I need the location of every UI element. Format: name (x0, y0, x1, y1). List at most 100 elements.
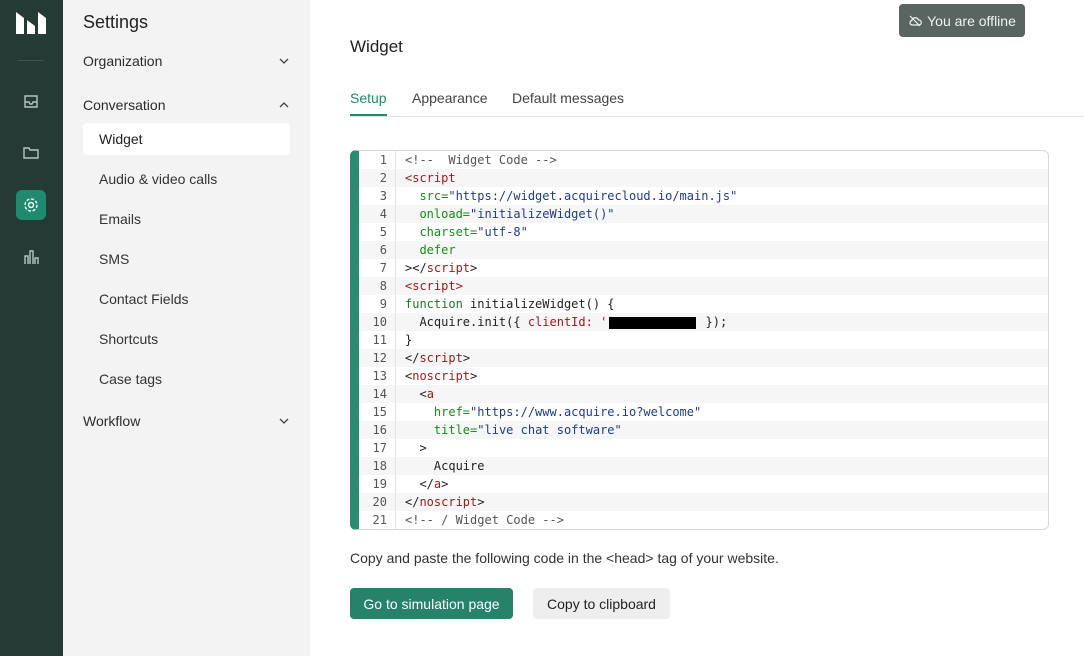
code-token: </ (405, 351, 420, 365)
code-line: 9 function initializeWidget() { (359, 295, 1048, 313)
sidebar-item-sms[interactable]: SMS (83, 243, 290, 275)
cloud-off-icon (909, 15, 922, 26)
line-number: 1 (359, 151, 396, 169)
code-token: defer (419, 243, 456, 257)
code-line: 16 title="live chat software" (359, 421, 1048, 439)
sidebar-item-label: SMS (99, 251, 130, 267)
line-number: 14 (359, 385, 396, 403)
code-token: initializeWidget() { (462, 297, 615, 311)
folder-icon[interactable] (16, 138, 46, 168)
code-token: onload= (419, 207, 471, 221)
code-line: 14 <a (359, 385, 1048, 403)
code-token: noscript (419, 495, 478, 509)
sidebar-section-label: Organization (83, 53, 163, 69)
tab-default-messages[interactable]: Default messages (512, 90, 624, 114)
code-token: clientId: ' (527, 315, 608, 329)
code-line: 3 src="https://widget.acquirecloud.io/ma… (359, 187, 1048, 205)
sidebar-item-contact-fields[interactable]: Contact Fields (83, 283, 290, 315)
line-number: 11 (359, 331, 396, 349)
sidebar-section-conversation[interactable]: Conversation (83, 94, 290, 116)
gear-icon[interactable] (16, 190, 46, 220)
code-line: 7 ></script> (359, 259, 1048, 277)
code-editor[interactable]: 1 <!-- Widget Code --> 2 <script 3 src="… (350, 150, 1049, 530)
code-token: <!-- Widget Code --> (405, 153, 557, 167)
code-line: 8 <script> (359, 277, 1048, 295)
page-title: Widget (350, 37, 403, 56)
sidebar-item-label: Shortcuts (99, 331, 159, 347)
tab-appearance[interactable]: Appearance (412, 90, 488, 114)
code-token: "live chat software" (477, 423, 622, 437)
code-token: > (441, 477, 449, 491)
code-line: 4 onload="initializeWidget()" (359, 205, 1048, 223)
code-token: > (462, 351, 471, 365)
code-token: title= (433, 423, 478, 437)
line-number: 21 (359, 511, 396, 529)
line-number: 6 (359, 241, 396, 259)
tab-setup[interactable]: Setup (350, 90, 387, 116)
chevron-down-icon (279, 418, 289, 424)
sidebar-item-case-tags[interactable]: Case tags (83, 363, 290, 395)
code-line: 5 charset="utf-8" (359, 223, 1048, 241)
code-line: 21 <!-- / Widget Code --> (359, 511, 1048, 529)
code-token: href= (433, 405, 471, 419)
tab-bar: Setup Appearance Default messages (350, 88, 1084, 117)
settings-sidebar: Settings Organization Conversation Widge… (63, 0, 310, 656)
chevron-down-icon (279, 58, 289, 64)
code-token: "initializeWidget()" (470, 207, 615, 221)
sidebar-section-label: Conversation (83, 97, 166, 113)
redacted-client-id (609, 316, 697, 329)
sidebar-item-widget[interactable]: Widget (83, 123, 290, 155)
bar-chart-icon[interactable] (16, 242, 46, 272)
chevron-up-icon (279, 102, 289, 108)
sidebar-section-organization[interactable]: Organization (83, 50, 290, 72)
code-token: "https://www.acquire.io?welcome" (470, 405, 702, 419)
code-line: 6 defer (359, 241, 1048, 259)
code-token: } (405, 333, 413, 347)
offline-badge: You are offline (899, 4, 1025, 37)
line-number: 3 (359, 187, 396, 205)
code-token: </ (419, 477, 434, 491)
line-number: 20 (359, 493, 396, 511)
sidebar-section-label: Workflow (83, 413, 141, 429)
code-token: charset= (419, 225, 478, 239)
code-token: a (426, 387, 434, 401)
sidebar-item-shortcuts[interactable]: Shortcuts (83, 323, 290, 355)
code-line: 2 <script (359, 169, 1048, 187)
code-token: </ (405, 495, 420, 509)
code-token: src= (419, 189, 449, 203)
sidebar-item-audio-video-calls[interactable]: Audio & video calls (83, 163, 290, 195)
copy-to-clipboard-button[interactable]: Copy to clipboard (533, 588, 670, 619)
code-token: > (419, 441, 427, 455)
code-token: Acquire.init({ (419, 315, 528, 329)
line-number: 9 (359, 295, 396, 313)
line-number: 4 (359, 205, 396, 223)
code-line: 18 Acquire (359, 457, 1048, 475)
inbox-icon[interactable] (16, 86, 46, 116)
code-token: > (477, 495, 485, 509)
line-number: 8 (359, 277, 396, 295)
code-token: noscript (412, 369, 471, 383)
sidebar-item-emails[interactable]: Emails (83, 203, 290, 235)
sidebar-section-workflow[interactable]: Workflow (83, 410, 290, 432)
go-to-simulation-button[interactable]: Go to simulation page (350, 588, 513, 619)
app-logo-icon[interactable] (15, 11, 47, 35)
code-line: 15 href="https://www.acquire.io?welcome" (359, 403, 1048, 421)
code-token: "https://widget.acquirecloud.io/main.js" (448, 189, 738, 203)
code-line: 19 </a> (359, 475, 1048, 493)
install-hint: Copy and paste the following code in the… (350, 550, 779, 566)
code-token: ></ (405, 261, 427, 275)
code-line: 17 > (359, 439, 1048, 457)
line-number: 10 (359, 313, 396, 331)
line-number: 13 (359, 367, 396, 385)
code-line: 12 </script> (359, 349, 1048, 367)
code-token: Acquire (433, 459, 485, 473)
line-number: 5 (359, 223, 396, 241)
code-token: }); (698, 315, 728, 329)
code-token: < (419, 387, 427, 401)
sidebar-item-label: Widget (99, 131, 143, 147)
code-line: 13 <noscript> (359, 367, 1048, 385)
code-token: script (426, 261, 471, 275)
line-number: 12 (359, 349, 396, 367)
code-token: <script> (405, 279, 463, 293)
code-token: "utf-8" (477, 225, 528, 239)
